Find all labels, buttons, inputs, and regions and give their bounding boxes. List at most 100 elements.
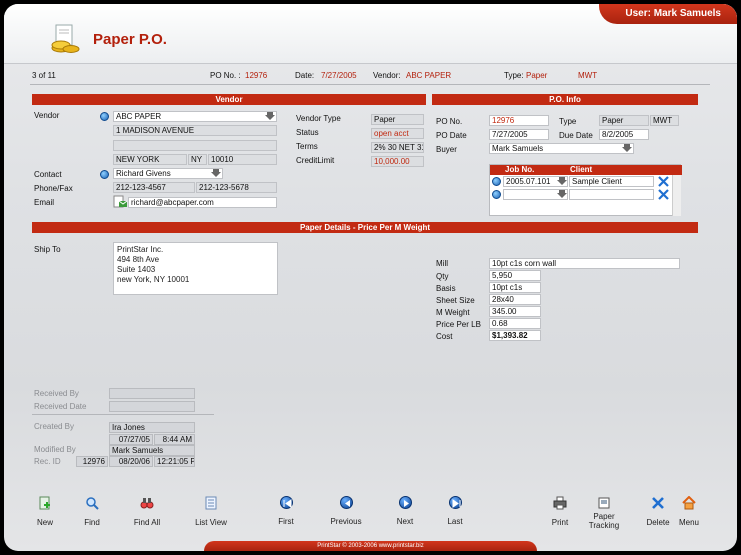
ship-to-line: 494 8th Ave	[117, 255, 160, 264]
po-info-section-header: P.O. Info	[432, 94, 698, 105]
vendor-state-field[interactable]: NY	[188, 154, 207, 165]
buyer-dropdown-arrow-icon[interactable]	[622, 144, 632, 152]
job-dropdown-arrow-icon[interactable]	[557, 177, 567, 185]
globe-icon[interactable]	[100, 170, 109, 179]
menu-button[interactable]: Menu	[663, 496, 715, 532]
rec-id-field: 12976	[76, 456, 108, 467]
phone-field[interactable]: 212-123-4567	[113, 182, 195, 193]
globe-icon[interactable]	[100, 112, 109, 121]
strip-vendor-label: Vendor:	[373, 71, 401, 80]
po-type-label: Type	[559, 117, 577, 126]
created-time-field: 8:44 AM	[154, 434, 195, 445]
due-date-field[interactable]: 8/2/2005	[599, 129, 649, 140]
received-date-field	[109, 401, 195, 412]
globe-icon[interactable]	[492, 177, 501, 186]
email-label: Email	[34, 198, 55, 207]
po-no-label: PO No.	[436, 117, 463, 126]
list-view-label: List View	[195, 518, 227, 527]
credit-limit-label: CreditLimit	[296, 156, 335, 165]
grid-row-client[interactable]: Sample Client	[569, 176, 654, 187]
fax-field[interactable]: 212-123-5678	[196, 182, 277, 193]
job-dropdown-arrow-icon[interactable]	[557, 190, 567, 198]
ship-to-label: Ship To	[34, 245, 61, 254]
app-window: User: Mark Samuels Paper P.O. 3 of 11 PO…	[4, 4, 737, 551]
next-arrow-icon	[398, 496, 412, 509]
strip-date-label: Date:	[295, 71, 315, 80]
contact-field[interactable]: Richard Givens	[113, 168, 223, 179]
first-button[interactable]: First	[260, 496, 312, 532]
strip-date-value: 7/27/2005	[321, 71, 357, 80]
ship-to-line: new York, NY 10001	[117, 275, 190, 284]
previous-button[interactable]: Previous	[320, 496, 372, 532]
m-weight-field[interactable]: 345.00	[489, 306, 541, 317]
new-label: New	[36, 518, 53, 527]
po-date-field[interactable]: 7/27/2005	[489, 129, 549, 140]
qty-label: Qty	[436, 272, 449, 281]
new-doc-icon	[39, 496, 50, 510]
last-button[interactable]: Last	[429, 496, 481, 532]
credit-limit-field[interactable]: 10,000.00	[371, 156, 424, 167]
sheet-size-field[interactable]: 28x40	[489, 294, 541, 305]
status-field[interactable]: open acct	[371, 128, 424, 139]
ship-to-address[interactable]: PrintStar Inc. 494 8th Ave Suite 1403 ne…	[113, 242, 278, 295]
po-no-field[interactable]: 12976	[489, 115, 549, 126]
price-per-lb-field[interactable]: 0.68	[489, 318, 541, 329]
vendor-address2-field[interactable]	[113, 140, 277, 151]
find-label: Find	[84, 518, 100, 527]
terms-field[interactable]: 2% 30 NET 31	[371, 142, 424, 153]
po-type2-field[interactable]: MWT	[650, 115, 679, 126]
footer-copyright: PrintStar © 2003-2006 www.printstar.biz	[204, 541, 537, 551]
phone-fax-label: Phone/Fax	[34, 184, 73, 193]
vendor-type-field[interactable]: Paper	[371, 114, 424, 125]
vendor-zip-field[interactable]: 10010	[208, 154, 277, 165]
contact-dropdown-arrow-icon[interactable]	[211, 169, 221, 177]
home-icon	[682, 496, 696, 510]
cost-label: Cost	[436, 332, 453, 341]
vendor-city-field[interactable]: NEW YORK	[113, 154, 187, 165]
created-by-label: Created By	[34, 422, 75, 431]
cost-field[interactable]: $1,393.82	[489, 330, 541, 341]
strip-type-label: Type:	[504, 71, 524, 80]
basis-label: Basis	[436, 284, 456, 293]
vendor-dropdown-arrow-icon[interactable]	[265, 112, 275, 120]
vendor-address1-field[interactable]: 1 MADISON AVENUE	[113, 125, 277, 136]
vendor-type-label: Vendor Type	[296, 114, 341, 123]
po-date-label: PO Date	[436, 131, 467, 140]
buyer-field[interactable]: Mark Samuels	[489, 143, 634, 154]
next-button[interactable]: Next	[379, 496, 431, 532]
price-per-lb-label: Price Per LB	[436, 320, 481, 329]
mill-field[interactable]: 10pt c1s corn wall	[489, 258, 680, 269]
first-label: First	[278, 517, 294, 526]
globe-icon[interactable]	[492, 190, 501, 199]
list-view-button[interactable]: List View	[185, 496, 237, 532]
email-icon[interactable]	[113, 195, 128, 208]
paper-tracking-button[interactable]: Paper Tracking	[578, 496, 630, 532]
new-button[interactable]: New	[19, 496, 71, 532]
sheet-size-label: Sheet Size	[436, 296, 475, 305]
find-button[interactable]: Find	[66, 496, 118, 532]
status-label: Status	[296, 128, 319, 137]
close-icon[interactable]	[658, 176, 669, 187]
grid-row-client[interactable]	[569, 189, 654, 200]
menu-label: Menu	[678, 518, 699, 527]
basis-field[interactable]: 10pt c1s	[489, 282, 541, 293]
close-icon[interactable]	[658, 189, 669, 200]
find-all-button[interactable]: Find All	[121, 496, 173, 532]
paper-tracking-label-2: Tracking	[588, 521, 620, 530]
received-date-label: Received Date	[34, 402, 87, 411]
grid-col-client: Client	[570, 165, 593, 174]
received-by-label: Received By	[34, 389, 79, 398]
ship-to-line: PrintStar Inc.	[117, 245, 164, 254]
modified-date-field: 08/20/06	[109, 456, 153, 467]
strip-po-value: 12976	[245, 71, 268, 80]
strip-type2-value: MWT	[578, 71, 598, 80]
email-field[interactable]: richard@abcpaper.com	[128, 197, 277, 208]
po-type-field[interactable]: Paper	[599, 115, 649, 126]
magnifier-icon	[86, 497, 99, 510]
mill-label: Mill	[436, 259, 448, 268]
vendor-name-field[interactable]: ABC PAPER	[113, 111, 277, 122]
grid-scrollbar[interactable]	[672, 175, 681, 216]
vendor-section-header: Vendor	[32, 94, 426, 105]
first-arrow-icon	[279, 496, 293, 509]
qty-field[interactable]: 5,950	[489, 270, 541, 281]
